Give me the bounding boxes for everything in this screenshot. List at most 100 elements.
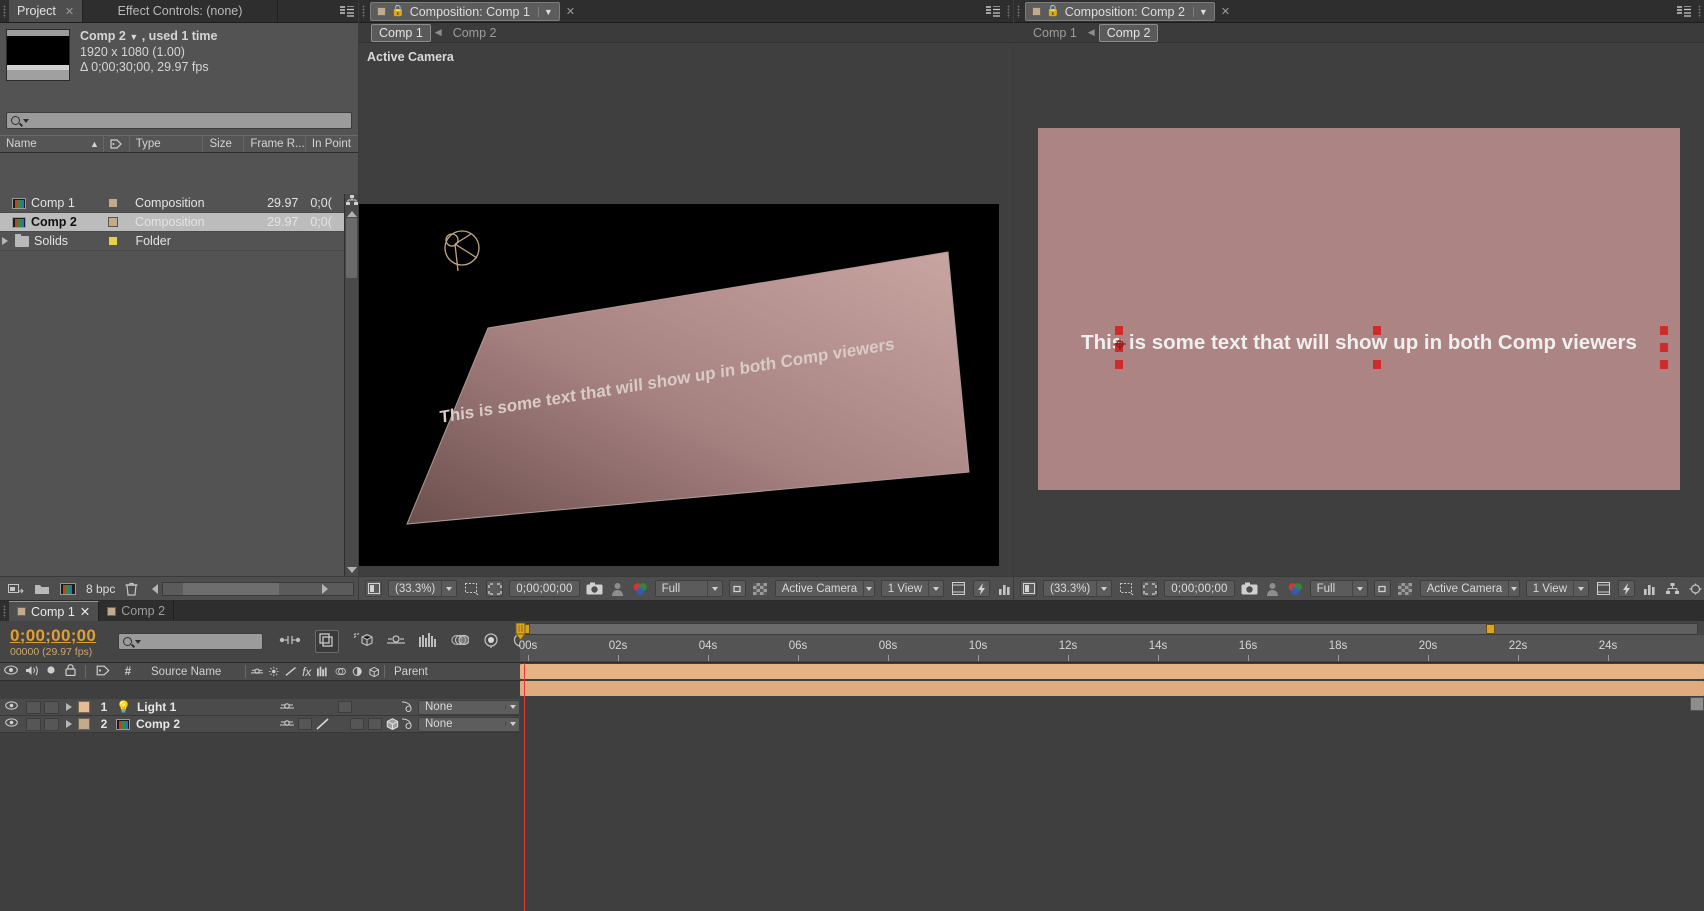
close-icon[interactable]: ✕ bbox=[65, 5, 74, 18]
fast-previews-icon[interactable] bbox=[973, 580, 990, 597]
video-eye-icon[interactable] bbox=[0, 665, 22, 678]
grid-and-guides-icon[interactable] bbox=[1141, 580, 1159, 597]
sub-tab-comp2[interactable]: Comp 2 bbox=[1098, 23, 1159, 42]
chevron-down-icon[interactable] bbox=[1573, 581, 1588, 596]
tab-composition-comp2[interactable]: 🔒 Composition: Comp 2 ▼ bbox=[1025, 2, 1215, 21]
chevron-down-icon[interactable]: ▼ bbox=[537, 6, 553, 17]
chevron-down-icon[interactable] bbox=[706, 581, 722, 596]
panel-grip-icon-right[interactable] bbox=[1695, 0, 1704, 22]
chevron-down-icon[interactable] bbox=[23, 118, 29, 123]
timeline-track-row[interactable] bbox=[520, 680, 1704, 697]
chevron-down-icon[interactable] bbox=[441, 581, 456, 596]
chevron-down-icon[interactable] bbox=[505, 722, 519, 726]
timeline-tab-comp2[interactable]: Comp 2 bbox=[99, 601, 175, 621]
panel-grip-icon[interactable] bbox=[0, 601, 9, 621]
search-input[interactable] bbox=[6, 112, 352, 129]
panel-menu-icon[interactable] bbox=[982, 0, 1004, 22]
title-action-safe-icon[interactable] bbox=[1595, 580, 1612, 597]
project-vertical-scrollbar[interactable] bbox=[344, 194, 358, 576]
interpret-footage-icon[interactable] bbox=[8, 582, 24, 595]
video-toggle-icon[interactable] bbox=[0, 701, 22, 713]
current-time-indicator-head[interactable] bbox=[513, 622, 529, 641]
layer-switches[interactable] bbox=[280, 718, 400, 730]
current-time-indicator[interactable] bbox=[524, 663, 525, 911]
brainstorm-icon[interactable] bbox=[483, 632, 499, 651]
view-layout-select[interactable]: 1 View bbox=[1525, 580, 1589, 597]
region-of-interest-icon[interactable] bbox=[463, 580, 480, 597]
renderer-3d-icon[interactable] bbox=[353, 632, 373, 651]
always-preview-this-view-icon[interactable] bbox=[1020, 580, 1037, 597]
close-icon[interactable]: ✕ bbox=[566, 5, 575, 18]
chevron-right-icon[interactable] bbox=[62, 720, 78, 728]
timeline-current-time[interactable]: 0;00;00;00 00000 (29.97 fps) bbox=[0, 626, 112, 658]
resolution-select[interactable]: Full bbox=[1309, 580, 1368, 597]
label-swatch[interactable] bbox=[78, 718, 92, 730]
column-header-type[interactable]: Type bbox=[130, 136, 204, 152]
hide-shy-layers-icon[interactable] bbox=[387, 634, 405, 650]
timeline-track-area[interactable] bbox=[520, 663, 1704, 911]
audio-solo-lock-cells[interactable] bbox=[22, 717, 62, 731]
chevron-left-icon[interactable]: ◀ bbox=[435, 27, 442, 38]
work-area-bar[interactable] bbox=[520, 623, 1698, 635]
show-snapshot-icon[interactable] bbox=[609, 580, 626, 597]
show-channel-icon[interactable] bbox=[1287, 580, 1304, 597]
timeline-scroll-corner[interactable] bbox=[1690, 697, 1704, 711]
audio-solo-lock-cells[interactable] bbox=[22, 700, 62, 714]
camera-view-select[interactable]: Active Camera bbox=[1419, 580, 1520, 597]
layer-duration-bar[interactable] bbox=[520, 664, 1704, 679]
flowchart-icon[interactable] bbox=[345, 194, 358, 208]
panel-grip-icon-right[interactable] bbox=[1004, 0, 1013, 22]
new-folder-icon[interactable] bbox=[34, 582, 50, 595]
comp-flowchart-icon[interactable] bbox=[1664, 580, 1681, 597]
lock-icon[interactable] bbox=[60, 664, 80, 679]
lock-icon[interactable]: 🔒 bbox=[1046, 6, 1060, 17]
timeline-tab-comp1[interactable]: Comp 1 ✕ bbox=[9, 601, 100, 621]
viewer-left-stage[interactable]: This is some text that will show up in b… bbox=[359, 76, 1013, 566]
view-layout-select[interactable]: 1 View bbox=[880, 580, 944, 597]
zoom-level-select[interactable]: (33.3%) bbox=[388, 580, 458, 597]
scroll-up-icon[interactable] bbox=[346, 211, 357, 217]
panel-grip-icon[interactable] bbox=[0, 0, 9, 22]
chevron-down-icon[interactable] bbox=[1508, 581, 1519, 596]
column-header-number[interactable]: # bbox=[115, 666, 141, 678]
sub-tab-comp2[interactable]: Comp 2 bbox=[446, 25, 504, 41]
parent-select[interactable]: None bbox=[418, 699, 520, 715]
always-preview-this-view-icon[interactable] bbox=[365, 580, 382, 597]
table-row[interactable]: Comp 1 Composition 29.97 0;0( bbox=[0, 194, 358, 213]
work-area-end-handle[interactable] bbox=[1486, 624, 1495, 634]
chevron-right-icon[interactable] bbox=[2, 237, 8, 245]
new-composition-icon[interactable] bbox=[60, 582, 76, 595]
chevron-down-icon[interactable] bbox=[1096, 581, 1111, 596]
zoom-level-select[interactable]: (33.3%) bbox=[1043, 580, 1113, 597]
comp1-3d-render[interactable]: This is some text that will show up in b… bbox=[359, 76, 1013, 566]
current-time-display[interactable]: 0;00;00;00 bbox=[509, 580, 580, 597]
composition-mini-flowchart-icon[interactable] bbox=[279, 633, 301, 650]
label-swatch[interactable] bbox=[107, 198, 118, 208]
show-channel-icon[interactable] bbox=[632, 580, 649, 597]
parent-select[interactable]: None bbox=[418, 716, 520, 732]
close-icon[interactable]: ✕ bbox=[80, 604, 90, 619]
panel-grip-icon[interactable] bbox=[1014, 0, 1023, 22]
grid-and-guides-icon[interactable] bbox=[486, 580, 504, 597]
title-action-safe-icon[interactable] bbox=[950, 580, 967, 597]
table-row[interactable]: Solids Folder bbox=[0, 232, 358, 251]
reset-exposure-icon[interactable] bbox=[1687, 580, 1704, 597]
resolution-select[interactable]: Full bbox=[654, 580, 723, 597]
scroll-right-icon[interactable] bbox=[322, 583, 328, 594]
audio-speaker-icon[interactable] bbox=[22, 665, 42, 679]
tab-composition-comp1[interactable]: 🔒 Composition: Comp 1 ▼ bbox=[370, 2, 560, 21]
show-snapshot-icon[interactable] bbox=[1264, 580, 1281, 597]
camera-view-select[interactable]: Active Camera bbox=[774, 580, 875, 597]
column-header-framerate[interactable]: Frame R... bbox=[244, 136, 306, 152]
column-header-label[interactable] bbox=[104, 136, 130, 152]
label-tag-icon[interactable] bbox=[91, 665, 115, 679]
solo-icon[interactable] bbox=[42, 665, 60, 678]
chevron-down-icon[interactable] bbox=[928, 581, 943, 596]
column-header-size[interactable]: Size bbox=[203, 136, 245, 152]
table-row[interactable]: 2 Comp 2 None bbox=[0, 716, 520, 733]
snapshot-camera-icon[interactable] bbox=[586, 580, 603, 597]
fast-previews-icon[interactable] bbox=[1618, 580, 1635, 597]
draft-3d-icon[interactable] bbox=[315, 630, 339, 653]
layer-name-cell[interactable]: 💡 Light 1 bbox=[116, 700, 280, 714]
scroll-left-icon[interactable] bbox=[152, 583, 159, 594]
